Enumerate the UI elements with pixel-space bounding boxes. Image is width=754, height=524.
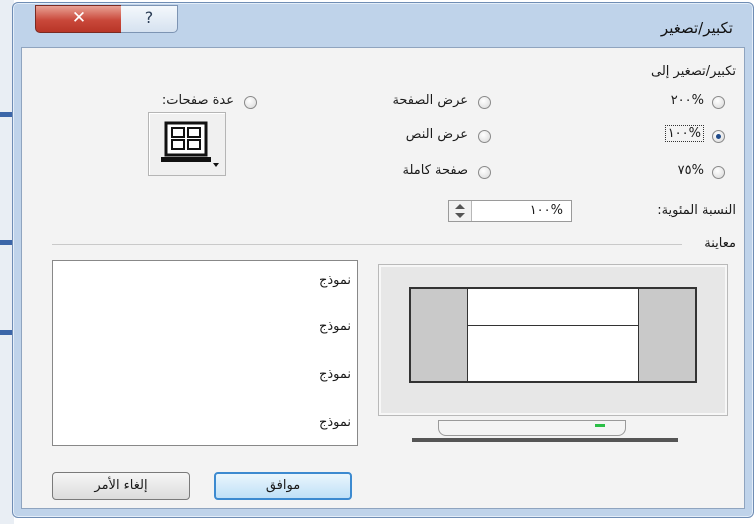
preview-label: معاينة: [704, 236, 736, 251]
label-text-width: عرض النص: [405, 127, 468, 142]
dialog-body: تكبير/تصغير إلى %٢٠٠ %١٠٠ %٧٥ عرض الصفحة…: [21, 47, 745, 509]
label-zoom-100: %١٠٠: [664, 125, 704, 142]
sample-text: نموذج: [318, 319, 351, 334]
percent-label: النسبة المئوية:: [657, 203, 736, 218]
spin-up-icon[interactable]: [455, 204, 465, 209]
radio-whole-page[interactable]: [478, 166, 491, 179]
help-button[interactable]: ?: [121, 5, 178, 33]
zoom-to-label: تكبير/تصغير إلى: [651, 64, 736, 79]
zoom-dialog: ✕ ? تكبير/تصغير تكبير/تصغير إلى %٢٠٠ %١٠…: [12, 2, 754, 518]
radio-zoom-200[interactable]: [712, 96, 725, 109]
close-icon: ✕: [71, 8, 87, 28]
radio-zoom-75[interactable]: [712, 166, 725, 179]
label-zoom-75: %٧٥: [677, 163, 704, 178]
label-whole-page: صفحة كاملة: [402, 163, 469, 178]
sample-text: نموذج: [318, 273, 351, 288]
ok-button[interactable]: موافق: [214, 472, 352, 500]
label-zoom-100-wrap: %١٠٠: [664, 125, 704, 142]
percent-spinner[interactable]: [449, 201, 472, 221]
background-marker: [0, 330, 12, 335]
percent-field[interactable]: %١٠٠: [448, 200, 572, 222]
percent-value: %١٠٠: [529, 203, 563, 218]
monitor-pages-icon: [161, 121, 219, 167]
radio-zoom-100[interactable]: [712, 130, 725, 143]
dialog-title: تكبير/تصغير: [660, 19, 733, 37]
monitor-led: [595, 424, 605, 427]
preview-page-divider: [467, 325, 639, 326]
background-marker: [0, 112, 12, 117]
radio-text-width[interactable]: [478, 130, 491, 143]
preview-separator: [52, 244, 682, 245]
preview-margin-right: [638, 289, 695, 381]
title-bar: ✕ ? تكبير/تصغير: [13, 3, 753, 47]
cancel-button[interactable]: إلغاء الأمر: [52, 472, 190, 500]
sample-text-box: نموذج نموذج نموذج نموذج: [52, 260, 358, 446]
sample-text: نموذج: [318, 367, 351, 382]
monitor-base: [412, 438, 678, 442]
label-zoom-200: %٢٠٠: [670, 93, 704, 108]
radio-many-pages[interactable]: [244, 96, 257, 109]
close-button[interactable]: ✕: [35, 5, 123, 33]
preview-screen: [409, 287, 697, 383]
many-pages-button[interactable]: [148, 112, 226, 176]
monitor-stand: [438, 420, 626, 436]
help-icon: ?: [144, 8, 154, 27]
label-page-width: عرض الصفحة: [392, 93, 468, 108]
spin-down-icon[interactable]: [455, 213, 465, 218]
preview-margin-left: [411, 289, 468, 381]
label-many-pages: عدة صفحات:: [161, 93, 234, 108]
preview-monitor: [378, 264, 728, 416]
background-marker: [0, 240, 12, 245]
sample-text: نموذج: [318, 415, 351, 430]
radio-page-width[interactable]: [478, 96, 491, 109]
